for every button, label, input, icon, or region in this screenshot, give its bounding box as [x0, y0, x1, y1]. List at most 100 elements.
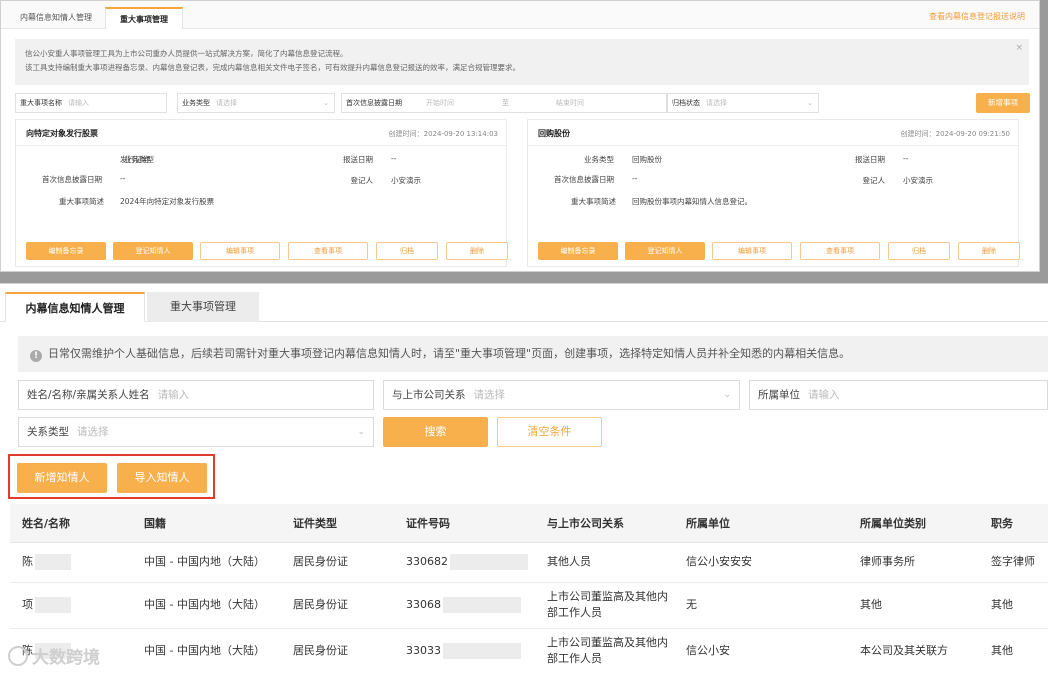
col-header-org-category[interactable]: 所属单位类别	[848, 504, 979, 543]
memo-button[interactable]: 编制备忘录	[538, 242, 618, 260]
tab-insider-management[interactable]: 内幕信息知情人管理	[13, 7, 99, 29]
description-label: 重大事项简述	[571, 197, 616, 206]
cell-id-number: 33033	[394, 628, 535, 673]
insider-table: 姓名/名称 国籍 证件类型 证件号码 与上市公司关系 所属单位 所属单位类别 职…	[10, 504, 1048, 673]
table-row[interactable]: 陈 中国 - 中国内地（大陆） 居民身份证 33033 上市公司董监高及其他内部…	[10, 628, 1048, 673]
date-label: 首次信息披露日期	[346, 99, 402, 107]
description-value: 回购股份事项内幕知情人信息登记。	[632, 197, 752, 206]
event-name-placeholder: 请输入	[68, 99, 89, 107]
redaction-mask	[35, 554, 71, 570]
description-label: 重大事项简述	[59, 197, 104, 206]
cell-id-number: 330682	[394, 542, 535, 583]
col-header-nationality[interactable]: 国籍	[132, 504, 281, 543]
archive-button[interactable]: 归档	[376, 242, 438, 260]
top-filter-row: 重大事项名称 请输入 业务类型 请选择 ⌄ 首次信息披露日期 开始时间至结束时间 归档状…	[15, 93, 1031, 113]
chevron-down-icon: ⌄	[357, 427, 365, 437]
cell-organization: 无	[674, 582, 848, 629]
report-date-value: --	[391, 154, 397, 163]
biz-type-label: 业务类型	[584, 155, 614, 164]
cell-id-type: 居民身份证	[281, 628, 394, 673]
view-event-button[interactable]: 查看事项	[288, 242, 368, 260]
add-event-button[interactable]: 新增事项	[976, 93, 1030, 113]
col-header-relation[interactable]: 与上市公司关系	[535, 504, 674, 543]
relation-type-select[interactable]: 关系类型 请选择 ⌄	[18, 417, 374, 447]
organization-placeholder: 请输入	[808, 389, 840, 401]
biz-type-placeholder: 请选择	[216, 99, 237, 107]
cell-org-category: 本公司及其关联方	[848, 628, 979, 673]
report-date-label: 报送日期	[343, 155, 373, 164]
archive-status-select[interactable]: 归档状态 请选择 ⌄	[667, 93, 819, 113]
event-card: 回购股份 创建时间：2024-09-20 09:21:50 业务类型 回购股份 …	[527, 119, 1020, 267]
view-event-button[interactable]: 查看事项	[800, 242, 880, 260]
cell-relation: 上市公司董监高及其他内部工作人员	[535, 582, 674, 629]
organization-input[interactable]: 所属单位 请输入	[749, 380, 1048, 410]
col-header-name[interactable]: 姓名/名称	[10, 504, 132, 543]
archive-status-placeholder: 请选择	[706, 99, 727, 107]
redaction-mask	[443, 597, 521, 613]
relation-type-label: 关系类型	[27, 426, 69, 438]
close-icon[interactable]: ×	[1015, 41, 1023, 55]
watermark: 大数跨境	[8, 643, 100, 668]
cell-id-type: 居民身份证	[281, 542, 394, 583]
import-insider-button[interactable]: 导入知情人	[117, 463, 207, 493]
report-date-value: --	[903, 154, 909, 163]
col-header-position[interactable]: 职务	[979, 504, 1048, 543]
tab-major-events[interactable]: 重大事项管理	[147, 292, 259, 322]
archive-button[interactable]: 归档	[888, 242, 950, 260]
tab-insider-management[interactable]: 内幕信息知情人管理	[5, 292, 145, 322]
delete-button[interactable]: 删除	[446, 242, 508, 260]
card-title: 向特定对象发行股票	[26, 129, 98, 138]
relation-select[interactable]: 与上市公司关系 请选择 ⌄	[383, 380, 740, 410]
card-title: 回购股份	[538, 129, 570, 138]
table-row[interactable]: 陈 中国 - 中国内地（大陆） 居民身份证 330682 其他人员 信公小安安安…	[10, 542, 1048, 583]
notice-line-1: 信公小安重人事项管理工具为上市公司重办人员提供一站式解决方案，简化了内幕信息登记…	[25, 49, 348, 58]
notice-line-2: 该工具支持编制重大事项进程备忘录、内幕信息登记表，完成内幕信息相关文件电子签名，…	[25, 63, 520, 72]
report-date-label: 报送日期	[855, 155, 885, 164]
add-insider-button[interactable]: 新增知情人	[17, 463, 107, 493]
table-row[interactable]: 项 中国 - 中国内地（大陆） 居民身份证 33068 上市公司董监高及其他内部…	[10, 582, 1048, 629]
archive-status-label: 归档状态	[672, 99, 700, 107]
memo-button[interactable]: 编制备忘录	[26, 242, 106, 260]
first-disclosure-date-range[interactable]: 首次信息披露日期 开始时间 至 结束时间	[341, 93, 667, 113]
col-header-id-number[interactable]: 证件号码	[394, 504, 535, 543]
notice-text: 日常仅需维护个人基础信息，后续若司需针对重大事项登记内幕信息知情人时，请至"重大…	[48, 347, 851, 360]
biz-type-select[interactable]: 业务类型 请选择 ⌄	[177, 93, 335, 113]
relation-type-placeholder: 请选择	[77, 426, 109, 438]
insider-management-panel: 内幕信息知情人管理 重大事项管理 ! 日常仅需维护个人基础信息，后续若司需针对重大…	[0, 283, 1048, 673]
cell-name: 项	[10, 582, 132, 629]
event-name-label: 重大事项名称	[20, 99, 62, 107]
tab-major-events[interactable]: 重大事项管理	[105, 7, 183, 29]
top-tab-bar: 内幕信息知情人管理 重大事项管理 查看内幕信息登记报送说明	[1, 1, 1039, 29]
register-insider-button[interactable]: 登记知情人	[113, 242, 193, 260]
first-date-label: 首次信息披露日期	[554, 175, 614, 184]
first-date-value: --	[120, 174, 126, 183]
watermark-logo-icon	[8, 646, 28, 666]
cell-org-category: 其他	[848, 582, 979, 629]
search-button[interactable]: 搜索	[383, 417, 488, 447]
registrant-value: 小安演示	[903, 176, 933, 185]
date-end-placeholder[interactable]: 结束时间	[556, 94, 584, 112]
card-created-time: 创建时间：2024-09-20 13:14:03	[388, 130, 498, 138]
edit-event-button[interactable]: 编辑事项	[712, 242, 792, 260]
col-header-id-type[interactable]: 证件类型	[281, 504, 394, 543]
bottom-tab-bar: 内幕信息知情人管理 重大事项管理	[0, 284, 1048, 322]
biz-type-value: 发行证券	[120, 155, 150, 164]
name-search-label: 姓名/名称/亲属关系人姓名	[27, 389, 150, 401]
help-link[interactable]: 查看内幕信息登记报送说明	[929, 11, 1025, 22]
delete-button[interactable]: 删除	[958, 242, 1020, 260]
cell-organization: 信公小安安安	[674, 542, 848, 583]
date-start-placeholder[interactable]: 开始时间	[426, 99, 454, 107]
card-created-time: 创建时间：2024-09-20 09:21:50	[900, 130, 1010, 138]
edit-event-button[interactable]: 编辑事项	[200, 242, 280, 260]
table-header-row: 姓名/名称 国籍 证件类型 证件号码 与上市公司关系 所属单位 所属单位类别 职…	[10, 504, 1048, 543]
biz-type-value: 回购股份	[632, 155, 662, 164]
event-name-input[interactable]: 重大事项名称 请输入	[15, 93, 167, 113]
col-header-organization[interactable]: 所属单位	[674, 504, 848, 543]
cell-id-type: 居民身份证	[281, 582, 394, 629]
watermark-text: 大数跨境	[32, 648, 100, 668]
chevron-down-icon: ⌄	[807, 99, 813, 107]
name-search-input[interactable]: 姓名/名称/亲属关系人姓名 请输入	[18, 380, 374, 410]
cell-position: 签字律师	[979, 542, 1048, 583]
register-insider-button[interactable]: 登记知情人	[625, 242, 705, 260]
clear-filters-button[interactable]: 清空条件	[497, 417, 602, 447]
